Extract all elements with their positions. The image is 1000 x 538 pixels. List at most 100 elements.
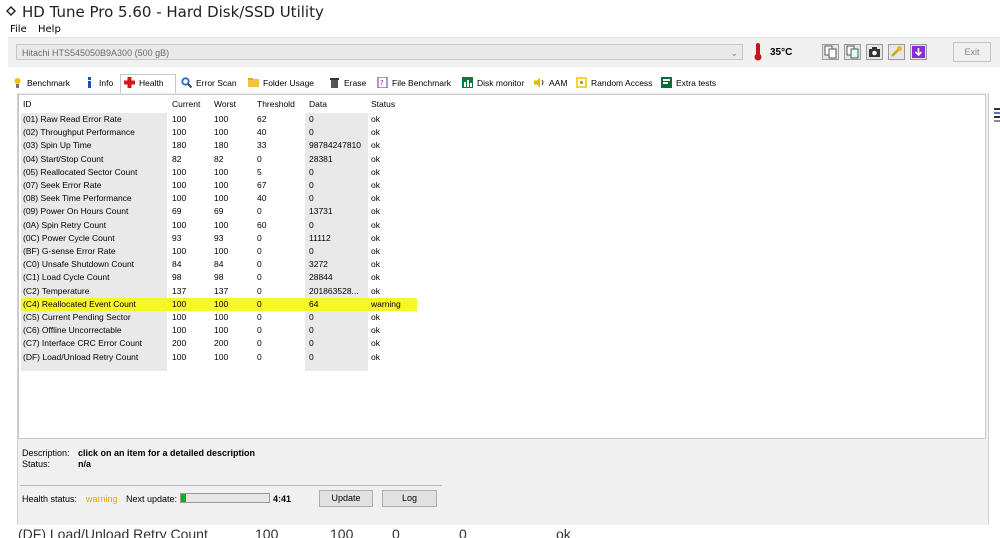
tab-aam[interactable]: AAM bbox=[534, 75, 567, 92]
cell-data: 0 bbox=[309, 166, 314, 177]
update-button[interactable]: Update bbox=[319, 490, 373, 507]
copy-info-button[interactable] bbox=[822, 44, 839, 60]
table-row[interactable]: (C6) Offline Uncorrectable 100 100 0 0 ok bbox=[19, 324, 419, 337]
table-row[interactable]: (0A) Spin Retry Count 100 100 60 0 ok bbox=[19, 219, 419, 232]
cell-id: (DF) Load/Unload Retry Count bbox=[23, 351, 139, 362]
table-row[interactable]: (09) Power On Hours Count 69 69 0 13731 ok bbox=[19, 205, 419, 218]
tab-erase[interactable]: Erase bbox=[329, 75, 366, 92]
cell-status: ok bbox=[371, 325, 380, 336]
cell-current: 100 bbox=[172, 193, 187, 204]
cell-id: (09) Power On Hours Count bbox=[23, 206, 129, 217]
tab-random-access-label: Random Access bbox=[591, 78, 653, 88]
cell-data: 28844 bbox=[309, 272, 333, 283]
magnifier-icon bbox=[181, 77, 192, 89]
cell-worst: 100 bbox=[214, 127, 229, 138]
exit-button[interactable]: Exit bbox=[953, 42, 991, 62]
cell-worst: 100 bbox=[214, 219, 229, 230]
svg-text:?: ? bbox=[380, 79, 384, 87]
cell-id: (C4) Reallocated Event Count bbox=[23, 298, 136, 309]
menu-file[interactable]: File bbox=[10, 24, 27, 35]
cell-data: 0 bbox=[309, 312, 314, 322]
cell-data: 201863528... bbox=[309, 285, 359, 296]
tab-benchmark[interactable]: Benchmark bbox=[12, 75, 70, 92]
table-row[interactable]: (C4) Reallocated Event Count 100 100 0 64 war… bbox=[19, 298, 419, 311]
tab-info[interactable]: Info bbox=[84, 75, 113, 92]
column-header-status[interactable]: Status bbox=[371, 98, 395, 111]
table-row[interactable]: (C0) Unsafe Shutdown Count 84 84 0 3272 ok bbox=[19, 258, 419, 271]
tab-folder-usage-label: Folder Usage bbox=[263, 78, 315, 88]
menu-help[interactable]: Help bbox=[38, 24, 61, 35]
next-update-time: 4:41 bbox=[273, 494, 292, 504]
background-table-row: (DF) Load/Unload Retry Count 100 100 0 0… bbox=[0, 526, 1000, 538]
copy-all-button[interactable] bbox=[844, 44, 861, 60]
tab-file-benchmark[interactable]: ? File Benchmark bbox=[377, 75, 451, 92]
table-row[interactable]: (08) Seek Time Performance 100 100 40 0 ok bbox=[19, 192, 419, 205]
table-row[interactable]: (01) Raw Read Error Rate 100 100 62 0 ok bbox=[19, 113, 419, 126]
cell-data: 0 bbox=[309, 351, 314, 362]
random-access-icon bbox=[576, 77, 587, 89]
trash-icon bbox=[330, 78, 339, 89]
temperature-value: 35°C bbox=[770, 47, 793, 58]
tab-extra-tests[interactable]: Extra tests bbox=[661, 75, 716, 92]
cell-worst: 100 bbox=[214, 312, 229, 322]
tab-file-benchmark-label: File Benchmark bbox=[392, 78, 452, 88]
table-row[interactable]: (05) Reallocated Sector Count 100 100 5 0 ok bbox=[19, 166, 419, 179]
cell-current: 100 bbox=[172, 312, 187, 322]
tab-random-access[interactable]: Random Access bbox=[576, 75, 652, 92]
column-header-id[interactable]: ID bbox=[23, 98, 32, 111]
cell-threshold: 0 bbox=[257, 312, 262, 322]
drive-select[interactable]: Hitachi HTS545050B9A300 (500 gB) ⌄ bbox=[16, 44, 743, 60]
table-row[interactable]: (02) Throughput Performance 100 100 40 0 ok bbox=[19, 126, 419, 139]
copy-all-icon bbox=[846, 45, 859, 59]
download-arrow-icon bbox=[912, 46, 925, 58]
cell-current: 180 bbox=[172, 140, 187, 151]
cell-status: ok bbox=[371, 351, 380, 362]
table-row[interactable]: (C1) Load Cycle Count 98 98 0 28844 ok bbox=[19, 271, 419, 284]
tab-folder-usage[interactable]: Folder Usage bbox=[248, 75, 314, 92]
cell-threshold: 40 bbox=[257, 193, 267, 204]
column-header-current[interactable]: Current bbox=[172, 98, 200, 111]
menu-bar: File Help bbox=[0, 21, 1000, 37]
cell-threshold: 0 bbox=[257, 351, 262, 362]
column-header-threshold[interactable]: Threshold bbox=[257, 98, 295, 111]
cell-worst: 100 bbox=[214, 166, 229, 177]
description-value: click on an item for a detailed descript… bbox=[78, 448, 256, 458]
cell-id: (04) Start/Stop Count bbox=[23, 153, 104, 164]
table-row[interactable]: (DF) Load/Unload Retry Count 100 100 0 0 ok bbox=[19, 351, 419, 364]
cell-current: 100 bbox=[172, 219, 187, 230]
tab-error-scan-label: Error Scan bbox=[196, 78, 237, 88]
table-row[interactable]: (C7) Interface CRC Error Count 200 200 0 0 ok bbox=[19, 337, 419, 350]
table-row[interactable]: (C5) Current Pending Sector 100 100 0 0 ok bbox=[19, 311, 419, 324]
table-row[interactable]: (07) Seek Error Rate 100 100 67 0 ok bbox=[19, 179, 419, 192]
table-row[interactable]: (BF) G-sense Error Rate 100 100 0 0 ok bbox=[19, 245, 419, 258]
column-header-worst[interactable]: Worst bbox=[214, 98, 236, 111]
cell-id: (C0) Unsafe Shutdown Count bbox=[23, 259, 135, 270]
cell-threshold: 0 bbox=[257, 153, 262, 164]
cell-threshold: 0 bbox=[257, 272, 262, 283]
cell-current: 100 bbox=[172, 180, 187, 190]
cell-worst: 93 bbox=[214, 232, 224, 243]
table-row[interactable]: (04) Start/Stop Count 82 82 0 28381 ok bbox=[19, 153, 419, 166]
cell-worst: 69 bbox=[214, 206, 224, 217]
cell-current: 100 bbox=[172, 114, 187, 124]
log-button[interactable]: Log bbox=[382, 490, 437, 507]
cell-data: 0 bbox=[309, 180, 314, 190]
screenshot-button[interactable] bbox=[866, 44, 883, 60]
column-header-data[interactable]: Data bbox=[309, 98, 327, 111]
options-button[interactable] bbox=[888, 44, 905, 60]
table-row[interactable]: (03) Spin Up Time 180 180 33 98784247810 ok bbox=[19, 139, 419, 152]
cell-threshold: 0 bbox=[257, 298, 262, 309]
tab-error-scan[interactable]: Error Scan bbox=[181, 75, 237, 92]
cell-status: ok bbox=[371, 206, 380, 217]
tab-disk-monitor[interactable]: Disk monitor bbox=[462, 75, 524, 92]
cell-id: (BF) G-sense Error Rate bbox=[23, 246, 116, 256]
table-row[interactable]: (C2) Temperature 137 137 0 201863528... ok bbox=[19, 285, 419, 298]
save-button[interactable] bbox=[910, 44, 927, 60]
tab-health[interactable]: Health bbox=[120, 74, 176, 93]
table-row[interactable]: (0C) Power Cycle Count 93 93 0 11112 ok bbox=[19, 232, 419, 245]
thermometer-icon bbox=[754, 43, 762, 61]
cell-threshold: 0 bbox=[257, 232, 262, 243]
description-label: Description: bbox=[22, 448, 70, 458]
cell-worst: 200 bbox=[214, 338, 229, 349]
bg-row-id: (DF) Load/Unload Retry Count bbox=[18, 526, 208, 538]
